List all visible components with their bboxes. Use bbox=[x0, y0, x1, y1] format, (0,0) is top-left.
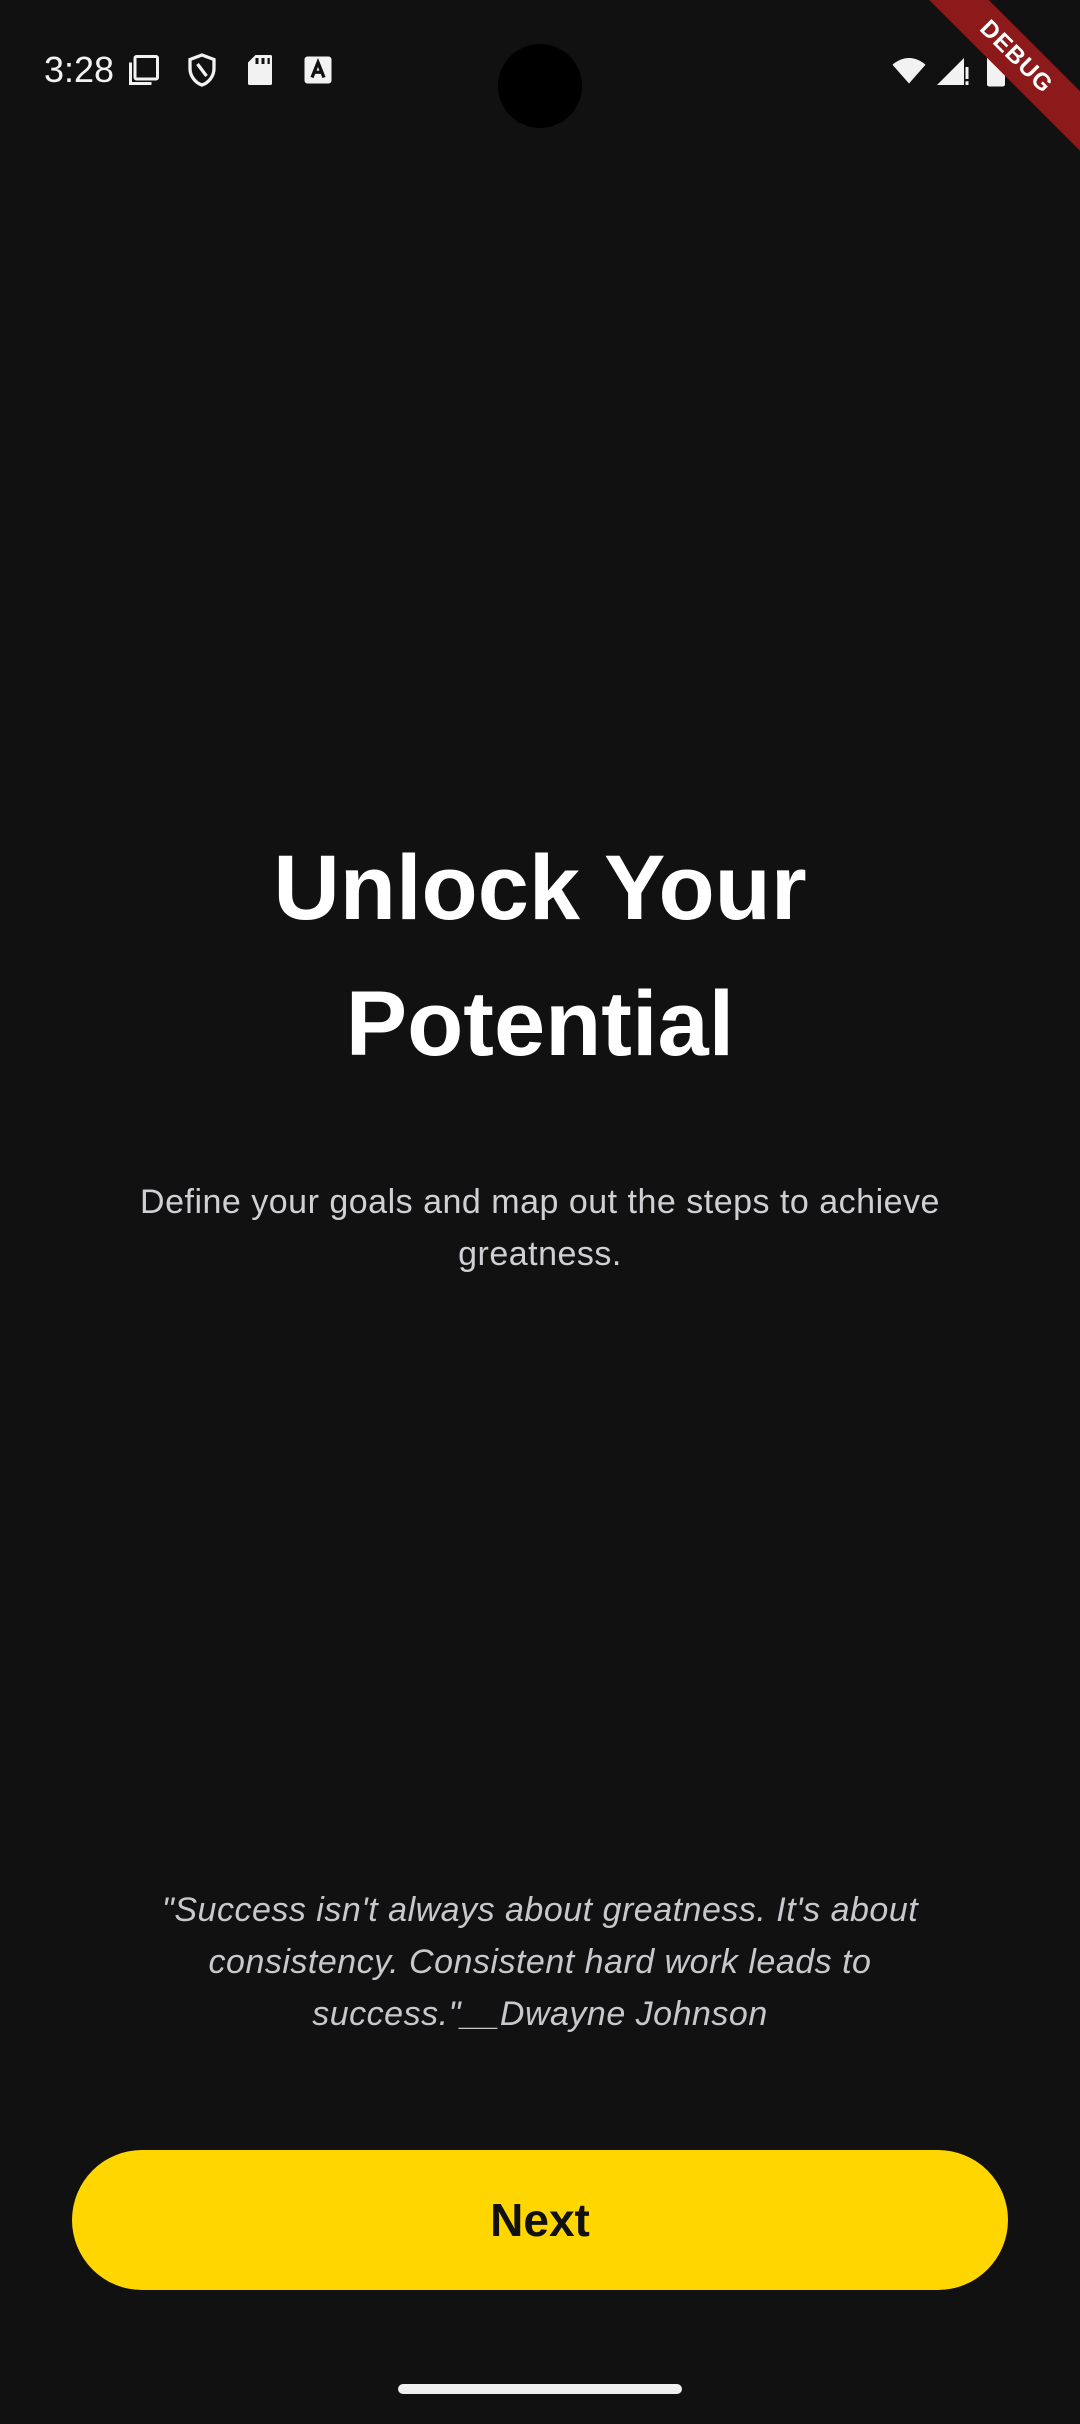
debug-label: DEBUG bbox=[920, 0, 1080, 160]
text-a-icon bbox=[300, 52, 336, 88]
sd-card-icon bbox=[242, 52, 278, 88]
page-title: Unlock Your Potential bbox=[273, 837, 807, 1075]
page-subtitle: Define your goals and map out the steps … bbox=[140, 1183, 940, 1273]
camera-cutout bbox=[498, 44, 582, 128]
motivational-quote: "Success isn't always about greatness. I… bbox=[161, 1891, 919, 2033]
status-time: 3:28 bbox=[44, 49, 115, 90]
debug-banner: DEBUG bbox=[920, 0, 1080, 160]
screenshot-icon bbox=[126, 52, 162, 88]
next-button[interactable]: Next bbox=[72, 2150, 1008, 2290]
shield-icon bbox=[184, 52, 220, 88]
home-indicator[interactable] bbox=[398, 2384, 682, 2394]
